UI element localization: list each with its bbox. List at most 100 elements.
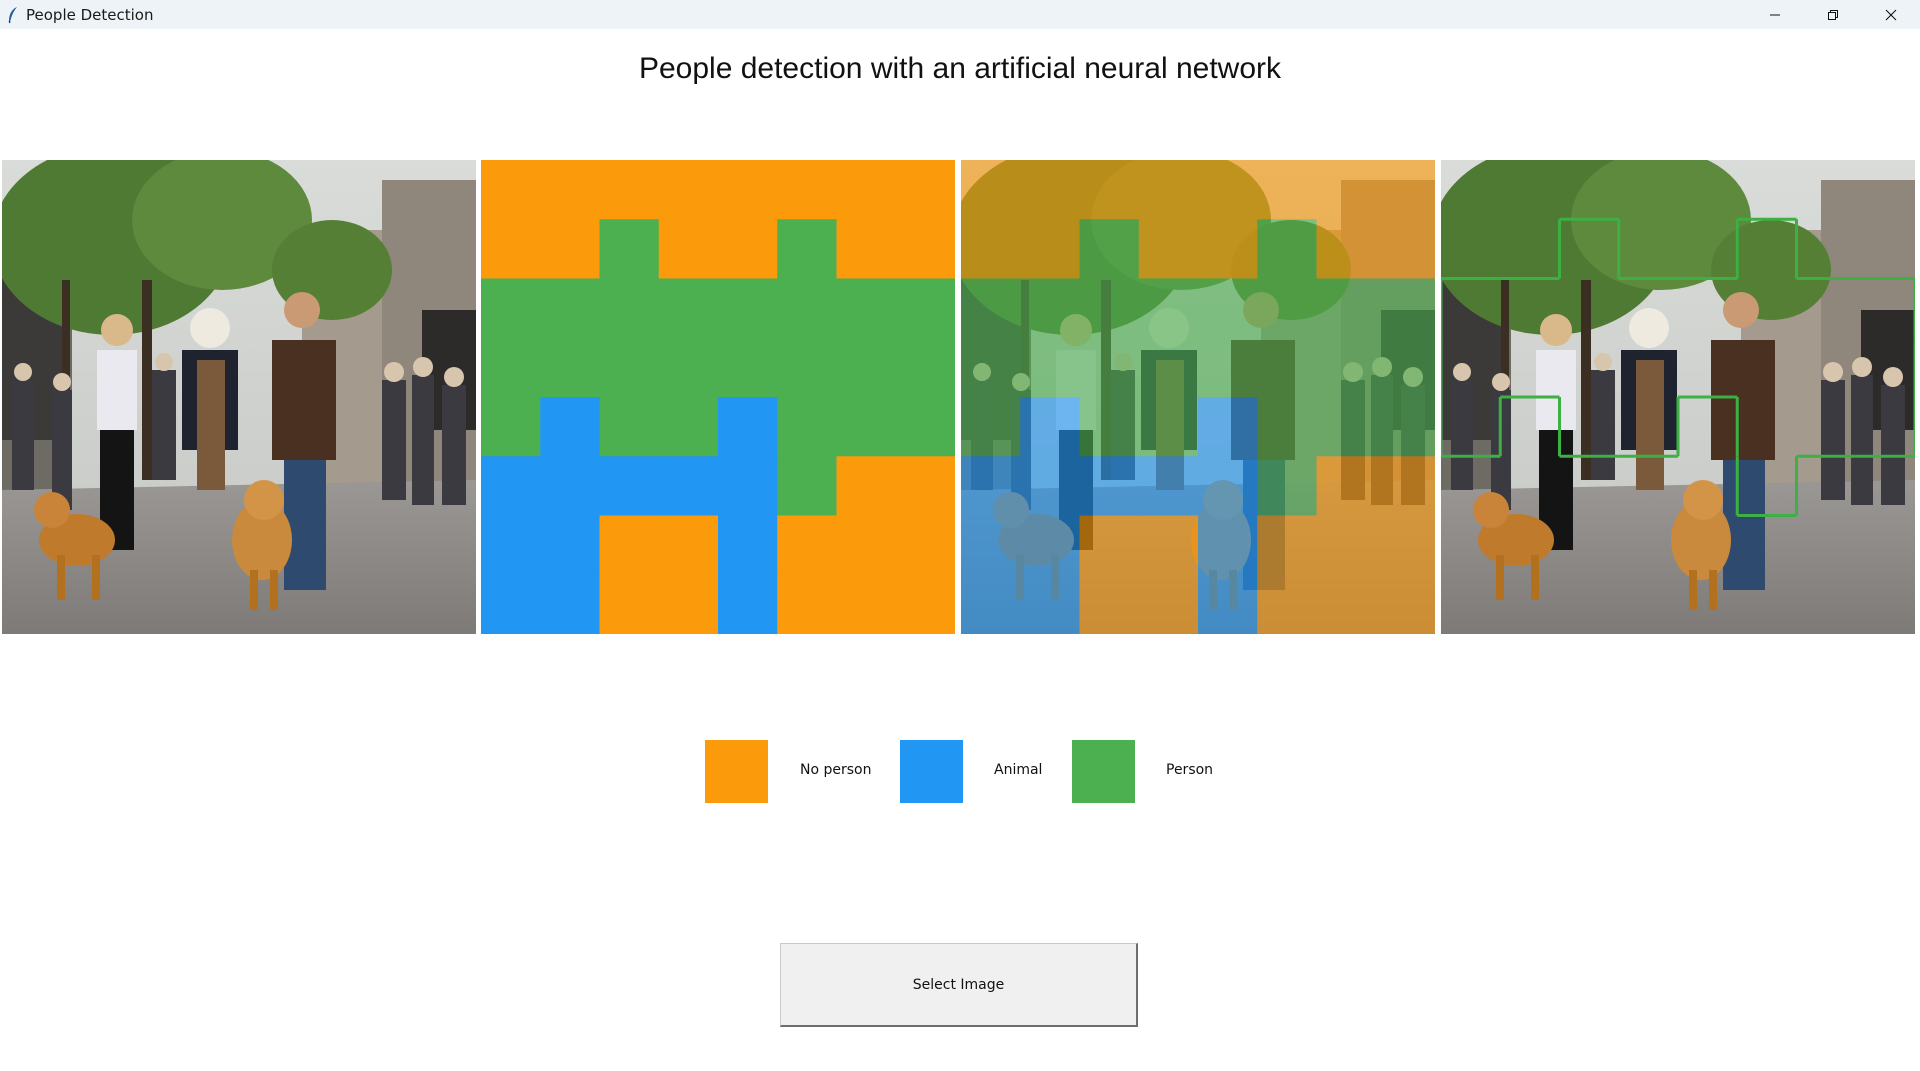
grid-cell	[540, 574, 600, 634]
grid-cell	[658, 278, 719, 339]
original-image	[2, 160, 476, 634]
grid-cell	[658, 515, 719, 576]
grid-cell	[1257, 574, 1317, 634]
grid-cell	[836, 397, 897, 457]
grid-cell	[1375, 574, 1435, 634]
grid-cell	[718, 515, 778, 576]
grid-cell	[718, 574, 778, 634]
minimize-icon[interactable]	[1746, 0, 1804, 29]
grid-cell	[1198, 515, 1258, 576]
grid-cell	[1020, 574, 1080, 634]
select-image-button[interactable]: Select Image	[780, 943, 1138, 1027]
grid-cell	[1079, 397, 1140, 457]
grid-cell	[1079, 219, 1140, 279]
grid-cell	[1257, 278, 1317, 339]
grid-cell	[1198, 219, 1258, 279]
grid-cell	[1198, 397, 1258, 457]
grid-cell	[1375, 515, 1435, 576]
legend-label-animal: Animal	[994, 762, 1043, 778]
grid-cell	[658, 456, 719, 516]
grid-cell	[1138, 337, 1199, 398]
grid-cell	[1138, 219, 1199, 279]
grid-cell	[1138, 574, 1199, 634]
grid-cell	[1020, 337, 1080, 398]
grid-cell	[599, 456, 660, 516]
grid-cell	[1316, 515, 1377, 576]
grid-cell	[540, 160, 600, 220]
grid-cell	[1316, 397, 1377, 457]
grid-cell	[1138, 456, 1199, 516]
grid-cell	[1375, 456, 1435, 516]
window-titlebar: People Detection	[0, 0, 1920, 29]
grid-cell	[836, 515, 897, 576]
legend-swatch-animal	[900, 740, 963, 803]
grid-cell	[1138, 160, 1199, 220]
grid-cell	[540, 456, 600, 516]
grid-cell	[836, 160, 897, 220]
grid-cell	[718, 278, 778, 339]
grid-cell	[1198, 278, 1258, 339]
grid-cell	[481, 456, 541, 516]
grid-cell	[658, 160, 719, 220]
grid-cell	[481, 219, 541, 279]
grid-cell	[1138, 397, 1199, 457]
grid-cell	[1375, 397, 1435, 457]
grid-cell	[961, 219, 1021, 279]
grid-cell	[1079, 337, 1140, 398]
grid-cell	[599, 160, 660, 220]
grid-cell	[961, 456, 1021, 516]
grid-cell	[1198, 160, 1258, 220]
grid-cell	[1316, 160, 1377, 220]
window-controls	[1746, 0, 1920, 29]
grid-cell	[658, 574, 719, 634]
grid-cell	[961, 397, 1021, 457]
grid-cell	[540, 515, 600, 576]
grid-cell	[1375, 337, 1435, 398]
grid-cell	[1198, 456, 1258, 516]
classification-grid	[481, 160, 955, 634]
grid-cell	[1257, 515, 1317, 576]
grid-cell	[777, 219, 837, 279]
grid-cell	[599, 219, 660, 279]
grid-cell	[961, 515, 1021, 576]
grid-cell	[718, 219, 778, 279]
grid-cell	[599, 574, 660, 634]
grid-cell	[895, 219, 955, 279]
grid-cell	[540, 397, 600, 457]
grid-cell	[599, 397, 660, 457]
grid-cell	[1138, 278, 1199, 339]
grid-cell	[777, 160, 837, 220]
grid-cell	[1079, 574, 1140, 634]
grid-cell	[1198, 337, 1258, 398]
grid-cell	[481, 278, 541, 339]
grid-cell	[1138, 515, 1199, 576]
grid-cell	[1020, 219, 1080, 279]
grid-cell	[658, 219, 719, 279]
grid-cell	[481, 574, 541, 634]
overlay-image	[961, 160, 1435, 634]
grid-cell	[777, 515, 837, 576]
close-icon[interactable]	[1862, 0, 1920, 29]
grid-cell	[540, 219, 600, 279]
grid-cell	[1257, 219, 1317, 279]
window-title: People Detection	[26, 5, 154, 24]
grid-cell	[895, 397, 955, 457]
grid-cell	[1020, 397, 1080, 457]
grid-cell	[718, 160, 778, 220]
grid-cell	[1316, 337, 1377, 398]
grid-cell	[1198, 574, 1258, 634]
detection-outline-image	[1441, 160, 1915, 634]
grid-cell	[961, 160, 1021, 220]
grid-cell	[1020, 160, 1080, 220]
feather-app-icon	[6, 6, 20, 24]
grid-cell	[1020, 278, 1080, 339]
grid-cell	[777, 574, 837, 634]
restore-icon[interactable]	[1804, 0, 1862, 29]
grid-cell	[718, 456, 778, 516]
grid-cell	[895, 574, 955, 634]
grid-cell	[1020, 515, 1080, 576]
grid-cell	[1257, 160, 1317, 220]
grid-cell	[1375, 160, 1435, 220]
grid-cell	[895, 456, 955, 516]
grid-cell	[777, 456, 837, 516]
